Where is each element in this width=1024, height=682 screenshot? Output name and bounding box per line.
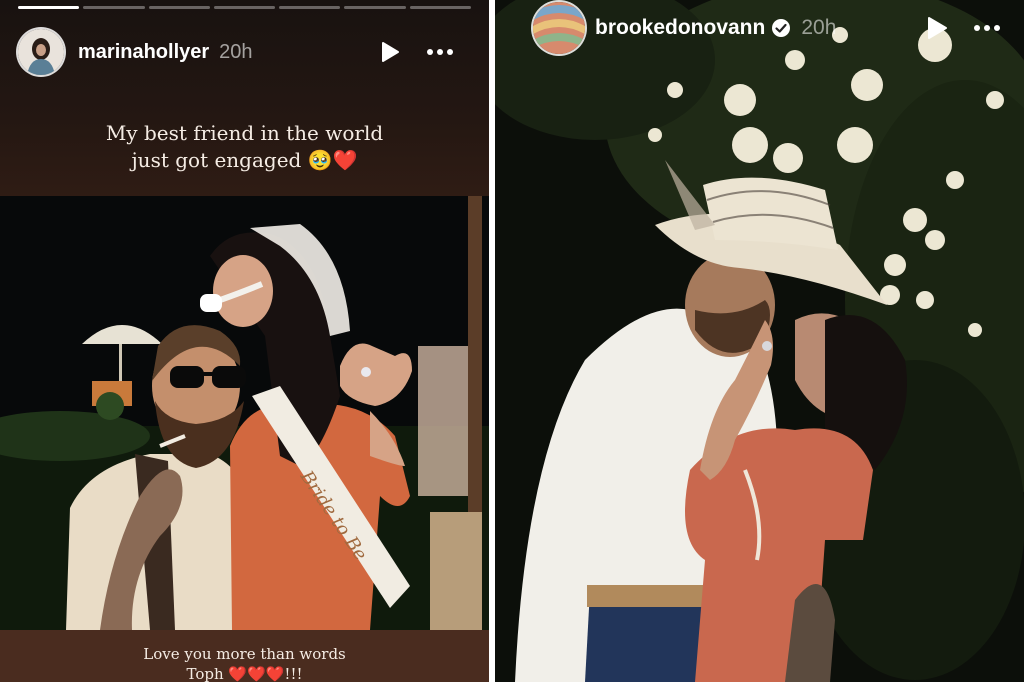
story-header: brookedonovann 20h (533, 2, 1000, 54)
story-right[interactable]: brookedonovann 20h (495, 0, 1024, 682)
avatar[interactable] (18, 29, 64, 75)
progress-segment (83, 6, 145, 9)
timestamp: 20h (801, 16, 837, 39)
story-caption-bottom: Love you more than words Toph ❤️❤️❤️!!! (0, 644, 489, 682)
progress-segment (18, 6, 80, 9)
story-photo-couple: Bride to Be (0, 196, 489, 630)
username[interactable]: brookedonovann (595, 16, 765, 40)
story-left[interactable]: marinahollyer 20h My best friend in the … (0, 0, 489, 682)
progress-segment (213, 6, 276, 9)
progress-segment (344, 6, 406, 9)
play-icon[interactable] (924, 15, 950, 41)
caption-line: Toph ❤️❤️❤️!!! (186, 665, 303, 682)
story-caption-top: My best friend in the world just got eng… (0, 120, 489, 174)
more-icon[interactable] (974, 25, 1000, 31)
story-header: marinahollyer 20h (18, 28, 453, 76)
username[interactable]: marinahollyer (78, 41, 209, 64)
story-photo-kiss (495, 0, 1024, 682)
caption-line: Love you more than words (143, 645, 346, 663)
caption-line: just got engaged 🥹❤️ (131, 148, 358, 172)
play-icon[interactable] (377, 39, 403, 65)
avatar[interactable] (533, 2, 585, 54)
progress-segment (409, 6, 471, 9)
more-icon[interactable] (427, 49, 453, 55)
caption-line: My best friend in the world (105, 121, 384, 145)
story-progress-bar (18, 6, 471, 9)
progress-segment (279, 6, 341, 9)
timestamp: 20h (219, 40, 253, 63)
verified-badge-icon (771, 18, 791, 38)
progress-segment (148, 6, 210, 9)
